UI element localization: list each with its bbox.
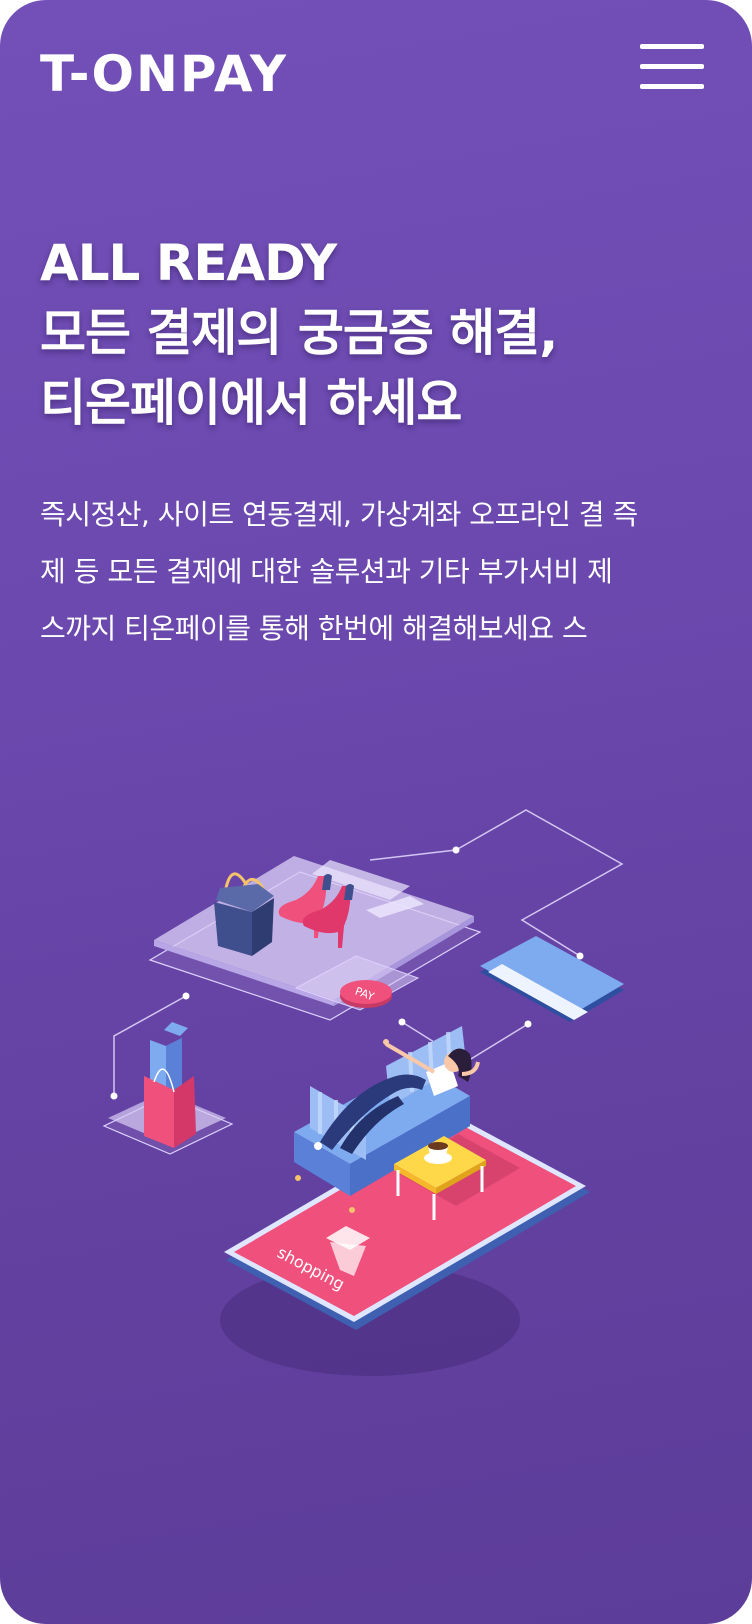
brand-logo[interactable]: T-ONPAY <box>40 38 288 110</box>
hero-title-line-2: 모든 결제의 궁금증 해결, <box>40 304 558 362</box>
payment-illustration: PAY shopping <box>102 809 624 1376</box>
credit-card-icon <box>480 936 624 1022</box>
hero-description-line-2: 제 등 모든 결제에 대한 솔루션과 기타 부가서비 제 <box>40 555 613 588</box>
hamburger-menu-icon[interactable] <box>640 40 704 92</box>
app-screen: T-ONPAY ALL READY 모든 결제의 궁금증 해결, 티온페이에서 … <box>0 0 752 1624</box>
hero-description-line-3: 스까지 티온페이를 통해 한번에 해결해보세요 스 <box>40 612 588 645</box>
shopping-bag-icon <box>102 1022 234 1155</box>
hero-title-line-3: 티온페이에서 하세요 <box>40 374 462 432</box>
hero-description-line-1: 즉시정산, 사이트 연동결제, 가상계좌 오프라인 결 즉 <box>40 498 638 531</box>
hero-title-line-1: ALL READY <box>40 234 337 292</box>
hero-title: ALL READY 모든 결제의 궁금증 해결, 티온페이에서 하세요 <box>40 228 730 438</box>
hero-description: 즉시정산, 사이트 연동결제, 가상계좌 오프라인 결 즉 제 등 모든 결제에… <box>40 486 752 657</box>
